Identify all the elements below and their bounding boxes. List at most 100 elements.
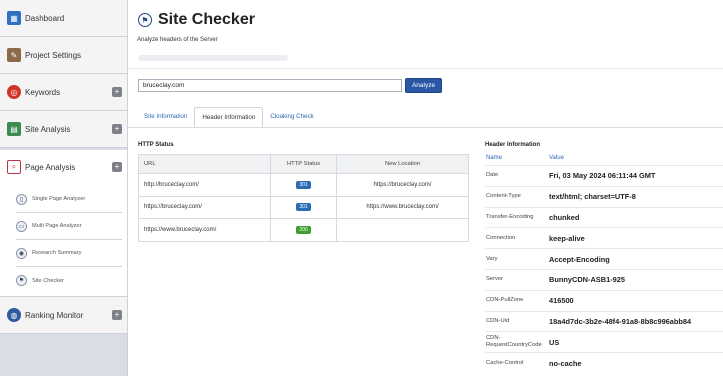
expand-icon[interactable]: +	[112, 87, 122, 97]
single-page-icon: ▯	[16, 193, 27, 205]
column-header-http-status: HTTP Status	[270, 154, 337, 174]
header-row: CDN-PullZone 416500	[485, 289, 723, 311]
sidebar-item-ranking-monitor[interactable]: ◍ Ranking Monitor +	[0, 297, 128, 334]
expand-icon[interactable]: +	[112, 310, 122, 320]
header-information-title: Header Information	[485, 142, 541, 148]
sidebar-subitem-label: Research Summary	[32, 250, 82, 256]
page-subtitle: Analyze headers of the Server	[137, 37, 218, 43]
app-window: ▦ Dashboard ✎ Project Settings ◎ Keyword…	[0, 0, 723, 376]
sidebar-item-keywords[interactable]: ◎ Keywords +	[0, 74, 128, 111]
sidebar-item-label: Site Analysis	[25, 124, 71, 134]
flag-icon: ⚑	[16, 275, 27, 286]
magnifier-icon: ⌕	[7, 160, 21, 174]
header-name: Cache-Control	[486, 359, 524, 366]
header-row: Server BunnyCDN-ASB1-925	[485, 268, 723, 290]
url-cell: https://www.bruceclay.com/	[138, 218, 271, 242]
multi-page-icon: ▭	[16, 220, 27, 232]
settings-tools-icon: ✎	[7, 48, 21, 62]
sidebar-subitem-site-checker[interactable]: ⚑ Site Checker	[16, 267, 122, 294]
header-information-list: Date Fri, 03 May 2024 06:11:44 GMT Content…	[485, 165, 723, 373]
sidebar-item-label: Ranking Monitor	[25, 310, 84, 320]
table-row: https://bruceclay.com/301 https://www.bru…	[138, 195, 469, 219]
sidebar-item-site-analysis[interactable]: ▤ Site Analysis +	[0, 111, 128, 148]
tab-header-information[interactable]: Header Information	[194, 107, 264, 127]
sidebar-item-dashboard[interactable]: ▦ Dashboard	[0, 0, 128, 37]
dashboard-icon: ▦	[7, 11, 21, 25]
analyze-button[interactable]: Analyze	[405, 78, 442, 93]
header-value: text/html; charset=UTF-8	[549, 192, 636, 202]
flag-icon: ⚑	[138, 13, 152, 27]
column-header-value: Value	[549, 155, 564, 161]
header-row: Cache-Control no-cache	[485, 352, 723, 373]
header-value: US	[549, 337, 560, 347]
header-name: CDN-PullZone	[486, 297, 524, 304]
main-content: ⚑ Site Checker Analyze headers of the Se…	[128, 0, 723, 376]
target-icon: ◎	[7, 85, 21, 99]
tab-divider	[128, 127, 723, 128]
new-location-cell: https://www.bruceclay.com/	[336, 195, 469, 219]
status-badge: 301	[296, 180, 311, 189]
sidebar: ▦ Dashboard ✎ Project Settings ◎ Keyword…	[0, 0, 128, 376]
header-row: Connection keep-alive	[485, 227, 723, 248]
status-cell: 200	[270, 218, 337, 242]
header-row: Vary Accept-Encoding	[485, 248, 723, 269]
header-value: 416500	[549, 296, 574, 306]
tab-site-information[interactable]: Site Information	[137, 107, 194, 127]
expand-icon[interactable]: +	[112, 162, 122, 172]
header-row: CDN-Uid 18a4d7dc-3b2e-48f4-91a8-8b8c996ab…	[485, 310, 723, 332]
header-name: CDN-RequestCountryCode	[486, 335, 542, 349]
page-title: Site Checker	[158, 11, 255, 28]
url-cell: http://bruceclay.com/	[138, 173, 271, 197]
new-location-cell	[336, 218, 469, 242]
http-status-table: URL HTTP Status New Location http://bruc…	[138, 154, 469, 242]
sidebar-section-page-analysis: ⌕ Page Analysis + ▯ Single Page Analyzer…	[0, 150, 128, 297]
header-name: Connection	[486, 234, 516, 241]
status-badge: 301	[296, 203, 311, 212]
divider	[128, 68, 723, 69]
expand-icon[interactable]: +	[112, 124, 122, 134]
status-cell: 301	[270, 173, 337, 197]
sidebar-item-project-settings[interactable]: ✎ Project Settings	[0, 37, 128, 74]
globe-icon: ◍	[7, 308, 21, 322]
sidebar-subitem-multi-page-analyzer[interactable]: ▭ Multi Page Analyzer	[16, 213, 122, 240]
new-location-cell: https://bruceclay.com/	[336, 173, 469, 197]
url-input[interactable]	[138, 79, 402, 92]
header-name: Transfer-Encoding	[486, 213, 534, 220]
header-value: BunnyCDN-ASB1-925	[549, 275, 625, 285]
sidebar-subitem-single-page-analyzer[interactable]: ▯ Single Page Analyzer	[16, 186, 122, 213]
header-value: 18a4d7dc-3b2e-48f4-91a8-8b8c996abb84	[549, 316, 692, 326]
header-value: Accept-Encoding	[549, 254, 610, 264]
sidebar-subitem-research-summary[interactable]: ◉ Research Summary	[16, 240, 122, 267]
sidebar-item-label: Keywords	[25, 87, 61, 97]
status-cell: 301	[270, 195, 337, 219]
header-row: Transfer-Encoding chunked	[485, 206, 723, 228]
sidebar-subitem-label: Single Page Analyzer	[32, 196, 86, 202]
header-name: CDN-Uid	[486, 317, 510, 324]
header-name: Server	[486, 276, 504, 283]
header-row: Date Fri, 03 May 2024 06:11:44 GMT	[485, 165, 723, 186]
sidebar-item-page-analysis[interactable]: ⌕ Page Analysis +	[0, 150, 127, 184]
column-header-name: Name	[486, 155, 503, 161]
tab-bar: Site Information Header Information Cloa…	[137, 107, 321, 127]
header-name: Vary	[486, 255, 498, 262]
header-value: chunked	[549, 212, 580, 222]
header-value: keep-alive	[549, 233, 585, 243]
header-row: CDN-RequestCountryCode US	[485, 331, 723, 352]
column-header-new-location: New Location	[336, 154, 469, 174]
site-analysis-icon: ▤	[7, 122, 21, 136]
research-summary-icon: ◉	[16, 247, 27, 259]
header-name: Date	[486, 172, 499, 179]
tab-cloaking-check[interactable]: Cloaking Check	[263, 107, 320, 127]
header-value: no-cache	[549, 358, 582, 368]
page-header: ⚑ Site Checker	[138, 11, 255, 29]
header-value: Fri, 03 May 2024 06:11:44 GMT	[549, 171, 656, 181]
http-status-title: HTTP Status	[138, 142, 174, 148]
sidebar-subitem-label: Site Checker	[32, 277, 65, 284]
url-cell: https://bruceclay.com/	[138, 195, 271, 219]
blurred-region	[138, 55, 288, 61]
sidebar-item-label: Dashboard	[25, 13, 65, 23]
sidebar-item-label: Page Analysis	[25, 162, 76, 172]
table-row: https://www.bruceclay.com/200	[138, 218, 469, 242]
header-row: Content-Type text/html; charset=UTF-8	[485, 185, 723, 207]
table-row: http://bruceclay.com/301 https://brucecla…	[138, 173, 469, 197]
